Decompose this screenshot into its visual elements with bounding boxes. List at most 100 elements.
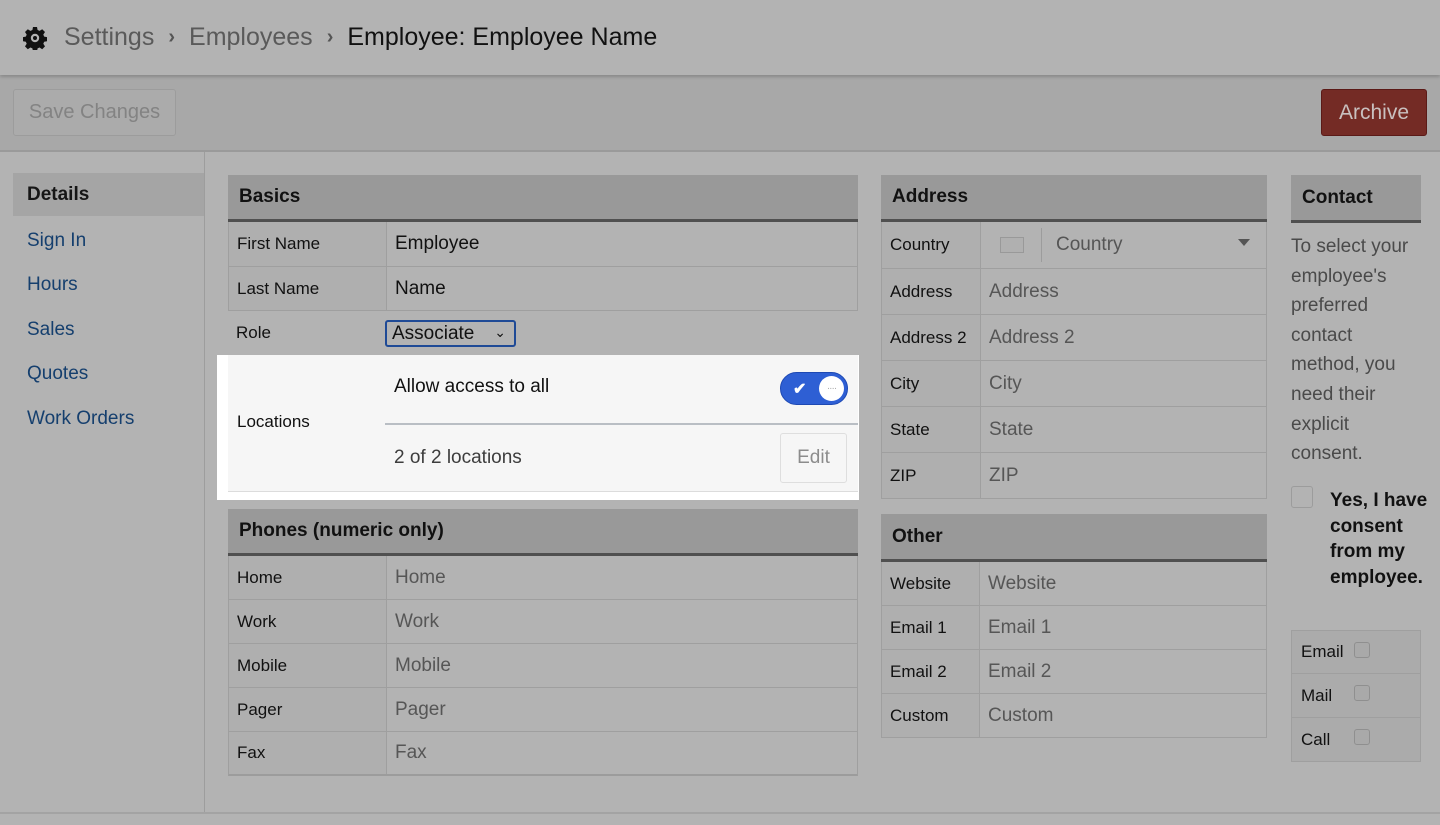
- consent-label[interactable]: Yes, I have consent from my employee.: [1330, 488, 1435, 590]
- pager-label: Pager: [229, 688, 387, 731]
- city-row: City City: [881, 361, 1267, 407]
- role-select-value: Associate: [392, 322, 475, 344]
- phone-row-mobile: Mobile Mobile: [228, 644, 858, 688]
- address-label: Address: [882, 269, 981, 314]
- locations-label: Locations: [237, 412, 310, 431]
- phone-row-home: Home Home: [228, 556, 858, 600]
- first-name-label: First Name: [229, 222, 387, 266]
- role-select[interactable]: Associate ⌄: [385, 320, 516, 347]
- chevron-down-icon: ⌄: [494, 324, 506, 340]
- website-input[interactable]: Website: [980, 562, 1266, 605]
- contact-method-email: Email: [1291, 630, 1421, 674]
- state-row: State State: [881, 407, 1267, 453]
- breadcrumb-bar: Settings › Employees › Employee: Employe…: [0, 0, 1440, 75]
- email2-row: Email 2 Email 2: [881, 650, 1267, 694]
- consent-checkbox[interactable]: [1291, 486, 1313, 508]
- phone-row-fax: Fax Fax: [228, 732, 858, 776]
- city-label: City: [882, 361, 981, 406]
- edit-locations-button[interactable]: Edit: [780, 433, 847, 483]
- fax-input[interactable]: Fax: [387, 732, 857, 774]
- work-phone-input[interactable]: Work: [387, 600, 857, 643]
- breadcrumb-employees[interactable]: Employees: [189, 23, 313, 52]
- call-method-label: Call: [1301, 729, 1331, 749]
- sidebar-item-work-orders[interactable]: Work Orders: [13, 397, 204, 440]
- address2-input[interactable]: Address 2: [981, 315, 1266, 360]
- gear-icon[interactable]: [22, 25, 48, 51]
- contact-panel-title: Contact: [1291, 175, 1421, 223]
- last-name-input[interactable]: Name: [387, 267, 857, 310]
- sidebar: Details Sign In Hours Sales Quotes Work …: [0, 152, 205, 813]
- zip-label: ZIP: [882, 453, 981, 498]
- email1-row: Email 1 Email 1: [881, 606, 1267, 650]
- other-panel-title: Other: [881, 514, 1267, 562]
- custom-label: Custom: [882, 694, 980, 737]
- address-input[interactable]: Address: [981, 269, 1266, 314]
- address-row: Address Address: [881, 269, 1267, 315]
- archive-button[interactable]: Archive: [1321, 89, 1427, 136]
- basics-panel-title: Basics: [228, 175, 858, 222]
- flag-icon: [1000, 237, 1024, 253]
- chevron-right-icon: ›: [326, 26, 334, 48]
- locations-section: Locations Allow access to all ✔ ···· 2 o…: [217, 355, 859, 500]
- phone-row-work: Work Work: [228, 600, 858, 644]
- contact-method-call: Call: [1291, 718, 1421, 762]
- first-name-row: First Name Employee: [228, 222, 858, 267]
- breadcrumb-settings[interactable]: Settings: [64, 23, 154, 52]
- last-name-row: Last Name Name: [228, 267, 858, 311]
- email2-input[interactable]: Email 2: [980, 650, 1266, 693]
- phones-panel-title: Phones (numeric only): [228, 509, 858, 556]
- mail-method-checkbox[interactable]: [1354, 685, 1370, 701]
- email2-label: Email 2: [882, 650, 980, 693]
- sidebar-item-sales[interactable]: Sales: [13, 308, 204, 351]
- checkmark-icon: ✔: [793, 381, 807, 398]
- email1-input[interactable]: Email 1: [980, 606, 1266, 649]
- divider: [385, 423, 858, 425]
- website-row: Website Website: [881, 562, 1267, 606]
- state-label: State: [882, 407, 981, 452]
- fax-label: Fax: [229, 732, 387, 774]
- caret-down-icon: [1238, 239, 1250, 246]
- sidebar-item-hours[interactable]: Hours: [13, 263, 204, 306]
- email1-label: Email 1: [882, 606, 980, 649]
- custom-row: Custom Custom: [881, 694, 1267, 738]
- address-panel-title: Address: [881, 175, 1267, 222]
- pager-input[interactable]: Pager: [387, 688, 857, 731]
- role-row: Role: [228, 311, 858, 355]
- sidebar-item-sign-in[interactable]: Sign In: [13, 219, 204, 262]
- home-phone-input[interactable]: Home: [387, 556, 857, 599]
- email-method-checkbox[interactable]: [1354, 642, 1370, 658]
- zip-row: ZIP ZIP: [881, 453, 1267, 499]
- locations-count: 2 of 2 locations: [394, 447, 522, 468]
- custom-input[interactable]: Custom: [980, 694, 1266, 737]
- website-label: Website: [882, 562, 980, 605]
- phone-row-pager: Pager Pager: [228, 688, 858, 732]
- mobile-phone-input[interactable]: Mobile: [387, 644, 857, 687]
- contact-description: To select your employee's preferred cont…: [1291, 236, 1409, 465]
- save-changes-button[interactable]: Save Changes: [13, 89, 176, 136]
- country-select[interactable]: Country: [981, 222, 1266, 268]
- city-input[interactable]: City: [981, 361, 1266, 406]
- toggle-knob: ····: [819, 376, 844, 401]
- last-name-label: Last Name: [229, 267, 387, 310]
- email-method-label: Email: [1301, 642, 1344, 661]
- toolbar: Save Changes Archive: [0, 75, 1440, 152]
- chevron-right-icon: ›: [168, 26, 176, 48]
- call-method-checkbox[interactable]: [1354, 729, 1370, 745]
- state-input[interactable]: State: [981, 407, 1266, 452]
- address2-label: Address 2: [882, 315, 981, 360]
- country-label: Country: [882, 222, 981, 268]
- country-row: Country Country: [881, 222, 1267, 269]
- role-label: Role: [228, 311, 386, 355]
- home-phone-label: Home: [229, 556, 387, 599]
- page-title: Employee: Employee Name: [347, 23, 658, 51]
- first-name-input[interactable]: Employee: [387, 222, 857, 266]
- address2-row: Address 2 Address 2: [881, 315, 1267, 361]
- divider: [1041, 228, 1042, 262]
- work-phone-label: Work: [229, 600, 387, 643]
- allow-access-toggle[interactable]: ✔ ····: [780, 372, 848, 405]
- sidebar-item-quotes[interactable]: Quotes: [13, 352, 204, 395]
- zip-input[interactable]: ZIP: [981, 453, 1266, 498]
- sidebar-item-details[interactable]: Details: [13, 173, 204, 216]
- mail-method-label: Mail: [1301, 685, 1333, 705]
- allow-access-label: Allow access to all: [394, 376, 550, 397]
